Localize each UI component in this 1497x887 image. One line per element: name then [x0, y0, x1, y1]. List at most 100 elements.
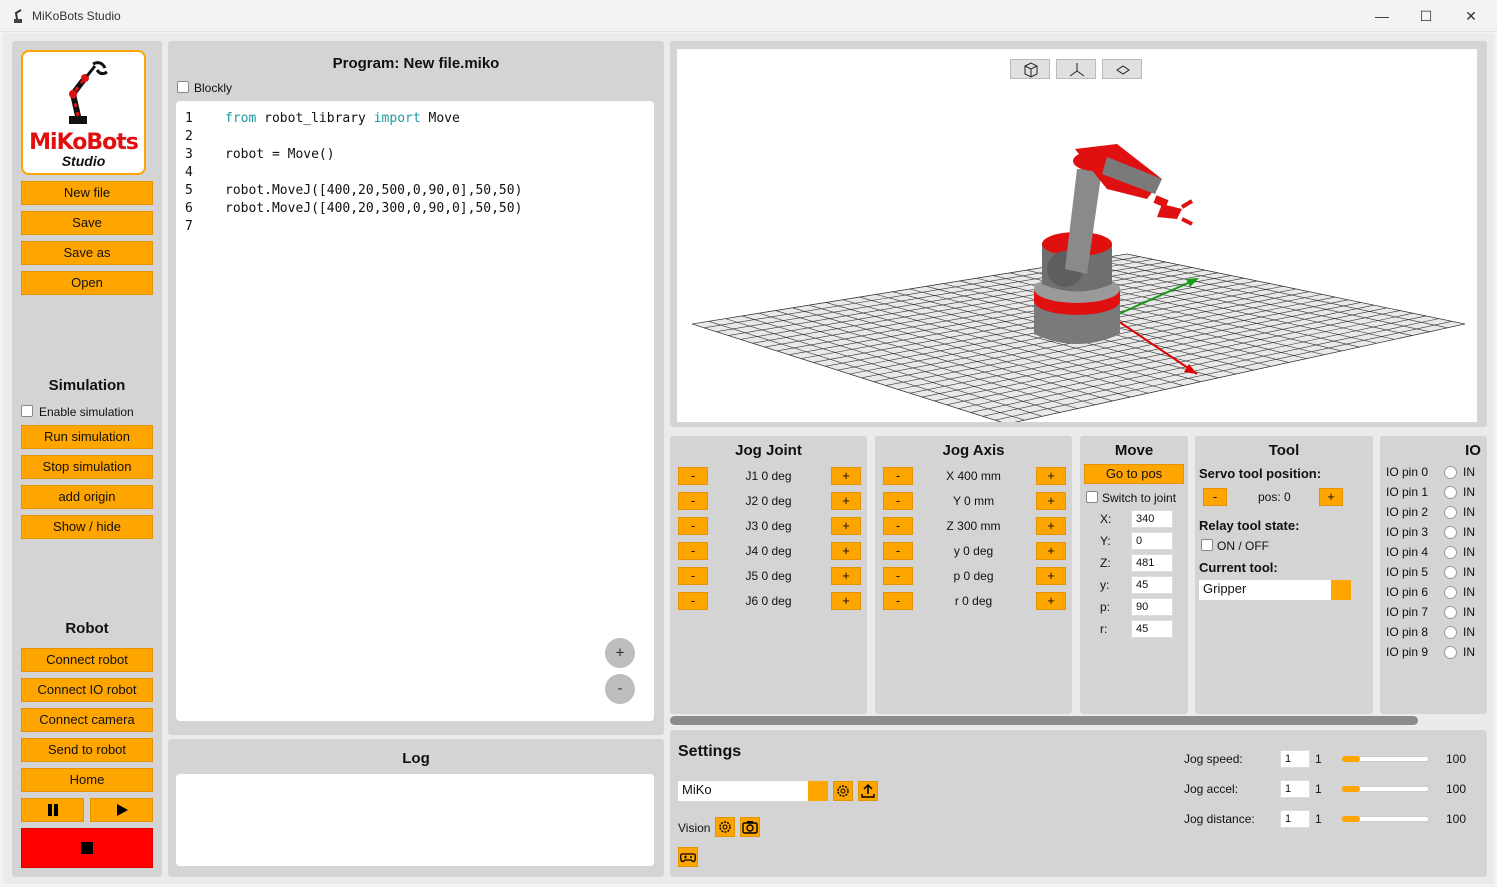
upload-button[interactable] — [858, 781, 878, 801]
pause-button[interactable] — [21, 798, 84, 822]
io-pin-radio[interactable] — [1444, 586, 1457, 599]
zoom-out-button[interactable]: - — [605, 674, 635, 704]
io-pin-radio[interactable] — [1444, 486, 1457, 499]
code-line[interactable]: 3 robot = Move() — [176, 146, 654, 164]
camera-button[interactable] — [740, 817, 760, 837]
joint-minus-button[interactable]: - — [678, 492, 708, 510]
axis-minus-button[interactable]: - — [883, 542, 913, 560]
blockly-checkbox[interactable] — [177, 81, 189, 93]
current-tool-select[interactable]: Gripper — [1199, 580, 1331, 600]
log-output[interactable] — [176, 774, 654, 866]
gamepad-button[interactable] — [678, 847, 698, 867]
move-field-input[interactable]: 45 — [1131, 620, 1173, 638]
connect-robot-button[interactable]: Connect robot — [21, 648, 153, 672]
slider-fill[interactable] — [1342, 786, 1360, 792]
axis-minus-button[interactable]: - — [883, 592, 913, 610]
slider-track[interactable] — [1341, 816, 1429, 822]
enable-simulation-checkbox[interactable] — [21, 405, 33, 417]
code-line[interactable]: 7 — [176, 218, 654, 236]
move-field-input[interactable]: 0 — [1131, 532, 1173, 550]
joint-plus-button[interactable]: + — [831, 542, 861, 560]
connect-camera-button[interactable]: Connect camera — [21, 708, 153, 732]
axis-plus-button[interactable]: + — [1036, 592, 1066, 610]
stop-simulation-button[interactable]: Stop simulation — [21, 455, 153, 479]
axis-plus-button[interactable]: + — [1036, 467, 1066, 485]
slider-track[interactable] — [1341, 786, 1429, 792]
slider-fill[interactable] — [1342, 756, 1360, 762]
code-keyword: import — [373, 111, 421, 126]
emergency-stop-button[interactable] — [21, 828, 153, 868]
joint-minus-button[interactable]: - — [678, 592, 708, 610]
save-button[interactable]: Save — [21, 211, 153, 235]
minimize-button[interactable]: — — [1365, 4, 1399, 28]
open-button[interactable]: Open — [21, 271, 153, 295]
axis-plus-button[interactable]: + — [1036, 517, 1066, 535]
add-origin-button[interactable]: add origin — [21, 485, 153, 509]
io-pin-radio[interactable] — [1444, 506, 1457, 519]
tool-dropdown-button[interactable] — [1331, 580, 1351, 600]
joint-minus-button[interactable]: - — [678, 567, 708, 585]
show-hide-button[interactable]: Show / hide — [21, 515, 153, 539]
move-field-input[interactable]: 481 — [1131, 554, 1173, 572]
move-field-input[interactable]: 45 — [1131, 576, 1173, 594]
slider-track[interactable] — [1341, 756, 1429, 762]
relay-on-off-checkbox[interactable] — [1201, 539, 1213, 551]
viewer-3d[interactable] — [677, 49, 1477, 422]
switch-to-joint-checkbox[interactable] — [1086, 491, 1098, 503]
close-button[interactable]: ✕ — [1454, 4, 1488, 28]
axis-plus-button[interactable]: + — [1036, 542, 1066, 560]
move-field-input[interactable]: 90 — [1131, 598, 1173, 616]
connect-io-robot-button[interactable]: Connect IO robot — [21, 678, 153, 702]
joint-plus-button[interactable]: + — [831, 517, 861, 535]
joint-plus-button[interactable]: + — [831, 567, 861, 585]
play-button[interactable] — [90, 798, 153, 822]
slider-fill[interactable] — [1342, 816, 1360, 822]
scrollbar-thumb[interactable] — [670, 716, 1418, 725]
axis-minus-button[interactable]: - — [883, 517, 913, 535]
run-simulation-button[interactable]: Run simulation — [21, 425, 153, 449]
code-line[interactable]: 5 robot.MoveJ([400,20,500,0,90,0],50,50) — [176, 182, 654, 200]
vision-settings-button[interactable] — [715, 817, 735, 837]
axis-minus-button[interactable]: - — [883, 567, 913, 585]
io-pin-radio[interactable] — [1444, 626, 1457, 639]
joint-minus-button[interactable]: - — [678, 467, 708, 485]
io-pin-radio[interactable] — [1444, 646, 1457, 659]
joint-minus-button[interactable]: - — [678, 517, 708, 535]
joint-plus-button[interactable]: + — [831, 492, 861, 510]
robot-settings-button[interactable] — [833, 781, 853, 801]
line-number: 7 — [185, 219, 193, 234]
send-to-robot-button[interactable]: Send to robot — [21, 738, 153, 762]
zoom-in-button[interactable]: + — [605, 638, 635, 668]
servo-plus-button[interactable]: + — [1319, 488, 1343, 506]
io-pin-radio[interactable] — [1444, 466, 1457, 479]
io-pin-radio[interactable] — [1444, 546, 1457, 559]
code-line[interactable]: 4 — [176, 164, 654, 182]
joint-plus-button[interactable]: + — [831, 592, 861, 610]
home-button[interactable]: Home — [21, 768, 153, 792]
joint-plus-button[interactable]: + — [831, 467, 861, 485]
robot-select[interactable]: MiKo — [678, 781, 808, 801]
maximize-button[interactable]: ☐ — [1409, 4, 1443, 28]
servo-minus-button[interactable]: - — [1203, 488, 1227, 506]
robot-dropdown-button[interactable] — [808, 781, 828, 801]
code-line[interactable]: 6 robot.MoveJ([400,20,300,0,90,0],50,50) — [176, 200, 654, 218]
slider-input[interactable]: 1 — [1280, 780, 1310, 798]
panels-scrollbar[interactable] — [670, 716, 1487, 726]
move-field-input[interactable]: 340 — [1131, 510, 1173, 528]
code-editor[interactable]: + - 1 from robot_library import Move 2 3 rob… — [176, 101, 654, 721]
axis-plus-button[interactable]: + — [1036, 492, 1066, 510]
axis-minus-button[interactable]: - — [883, 492, 913, 510]
slider-input[interactable]: 1 — [1280, 810, 1310, 828]
code-line[interactable]: 2 — [176, 128, 654, 146]
axis-plus-button[interactable]: + — [1036, 567, 1066, 585]
go-to-pos-button[interactable]: Go to pos — [1084, 464, 1184, 484]
io-pin-radio[interactable] — [1444, 606, 1457, 619]
io-pin-radio[interactable] — [1444, 566, 1457, 579]
new-file-button[interactable]: New file — [21, 181, 153, 205]
save-as-button[interactable]: Save as — [21, 241, 153, 265]
joint-minus-button[interactable]: - — [678, 542, 708, 560]
axis-minus-button[interactable]: - — [883, 467, 913, 485]
code-line[interactable]: 1 from robot_library import Move — [176, 110, 654, 128]
slider-input[interactable]: 1 — [1280, 750, 1310, 768]
io-pin-radio[interactable] — [1444, 526, 1457, 539]
